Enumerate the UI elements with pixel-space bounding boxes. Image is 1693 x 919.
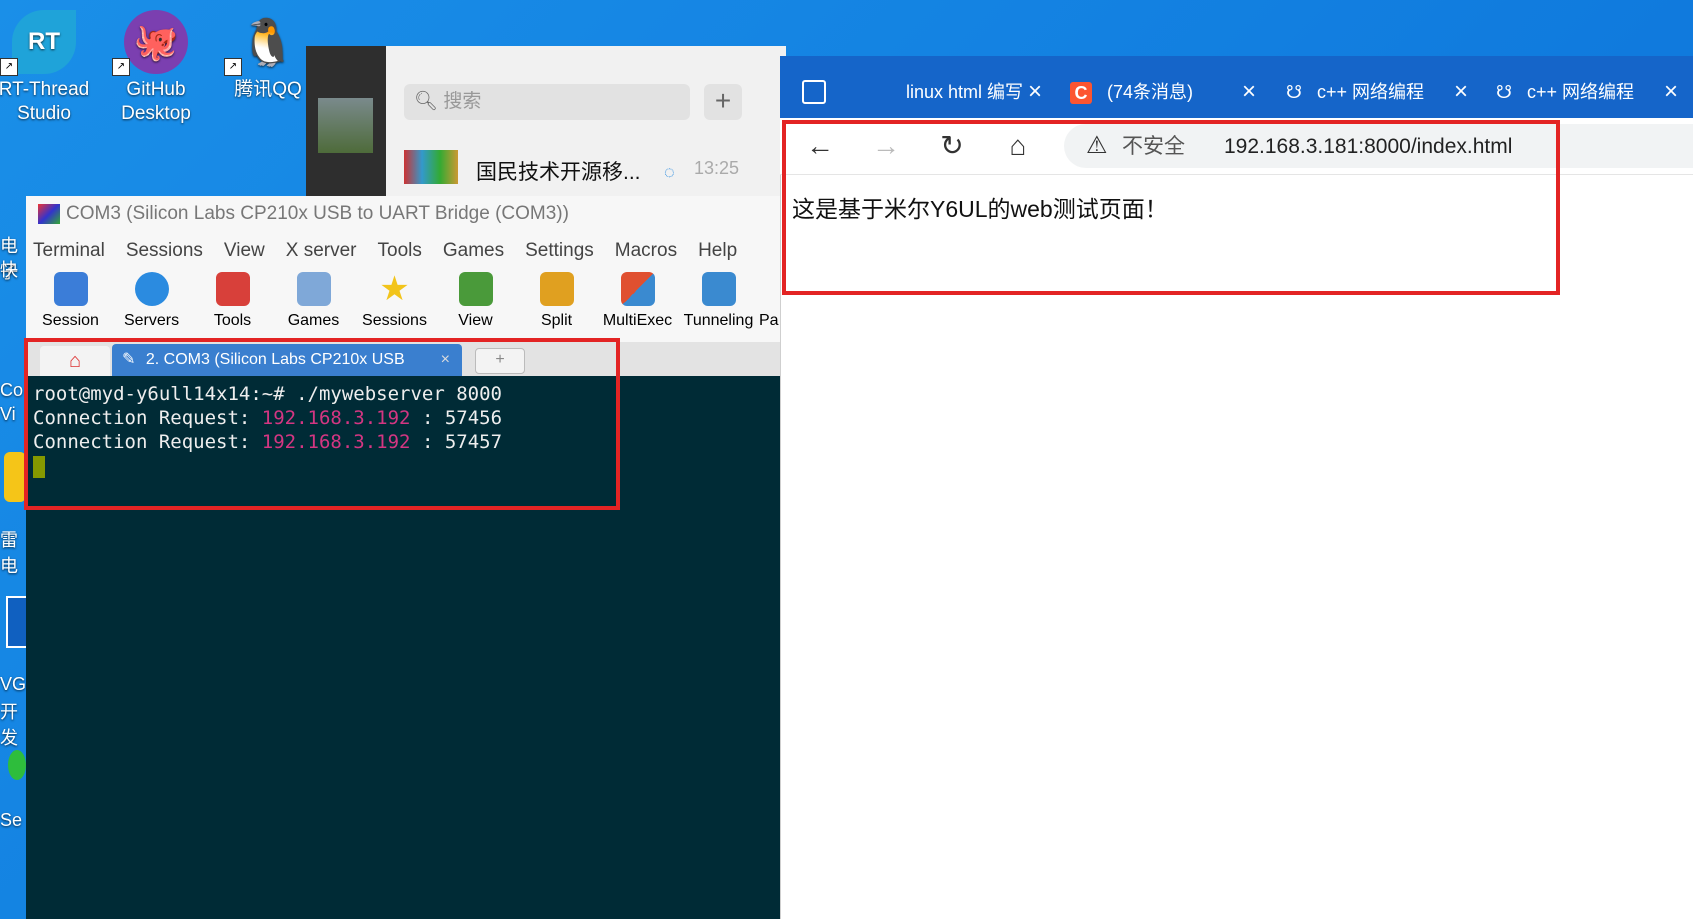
servers-icon [134,272,169,306]
session-icon [53,272,88,306]
toolbar-label: Servers [123,312,180,329]
tab-title: c++ 网络编程 [1527,82,1635,102]
desktop-icon-label: Co [0,380,24,400]
chat-list-item-time: 13:25 [694,158,740,178]
desktop-icon-label: RT-Thread [0,79,90,100]
site-icon: ☋ [1496,82,1512,102]
toolbar-multiexec-button[interactable]: MultiExec [597,270,678,330]
menu-terminal[interactable]: Terminal [33,240,105,262]
chat-bubble-icon: ◌ [664,162,675,182]
close-icon[interactable]: × [1028,72,1042,112]
desktop-icon-label: Desktop [121,103,191,124]
toolbar-label: View [458,312,493,329]
tab-title: c++ 网络编程 [1317,82,1425,102]
mobaxterm-app-icon [38,204,60,224]
qq-penguin-icon: 🐧 [239,16,297,68]
toolbar-label: Sessions [362,312,427,329]
tools-icon [215,272,250,306]
desktop-icon-label: VG [0,674,27,694]
desktop-icon-qq[interactable]: 🐧 ↗ 腾讯QQ [218,10,318,102]
close-icon[interactable]: × [1242,72,1256,112]
shortcut-arrow-icon: ↗ [0,58,18,76]
chat-add-button[interactable]: + [704,84,742,120]
search-placeholder: 搜索 [443,91,482,112]
toolbar-tools-button[interactable]: Tools [192,270,273,330]
menu-view[interactable]: View [224,240,265,262]
desktop-icon-github[interactable]: 🐙 ↗ GitHub Desktop [106,10,206,126]
menu-help[interactable]: Help [698,240,737,262]
csdn-icon: C [1070,82,1092,105]
toolbar: Session Servers Tools Games ★ Sessions V… [30,270,789,330]
browser-tab[interactable]: C (74条消息) [1070,72,1240,112]
search-icon: 🔍︎ [414,91,439,112]
highlight-box-terminal [24,338,620,510]
chat-avatar[interactable] [318,98,373,153]
group-avatar [404,150,458,184]
shortcut-arrow-icon: ↗ [112,58,130,76]
toolbar-tunneling-button[interactable]: Tunneling [678,270,759,330]
menu-tools[interactable]: Tools [378,240,422,262]
multiexec-icon [620,272,655,306]
tunneling-icon [701,272,736,306]
chat-search-input[interactable]: 🔍︎ 搜索 [404,84,690,120]
desktop-icon-label: Vi [0,404,16,424]
tab-actions-icon[interactable] [802,80,826,104]
window-title: COM3 (Silicon Labs CP210x USB to UART Br… [66,203,569,224]
close-icon[interactable]: × [1454,72,1468,112]
tab-title: linux html 编写 [906,82,1024,102]
leidian-icon [4,452,26,502]
toolbar-label: Tunneling [683,312,754,329]
tab-title: (74条消息) [1107,82,1194,102]
toolbar-label: MultiExec [602,312,673,329]
toolbar-sessions-button[interactable]: ★ Sessions [354,270,435,330]
menu-sessions[interactable]: Sessions [126,240,203,262]
sessions-star-icon: ★ [379,270,410,308]
desktop-icon-label: Se [0,810,23,830]
toolbar-session-button[interactable]: Session [30,270,111,330]
toolbar-label: Session [42,312,99,329]
shortcut-arrow-icon: ↗ [224,58,242,76]
toolbar-servers-button[interactable]: Servers [111,270,192,330]
desktop-icon-label: 快 [0,260,18,280]
toolbar-label: Tools [213,312,252,329]
desktop-icon-label: GitHub [126,79,186,100]
desktop-icon-label: 腾讯QQ [234,79,302,100]
browser-tab[interactable]: ☋ c++ 网络编程 [1496,72,1662,112]
menu-games[interactable]: Games [443,240,504,262]
menu-macros[interactable]: Macros [615,240,677,262]
browser-tab[interactable]: ☋ c++ 网络编程 [1286,72,1452,112]
view-icon [458,272,493,306]
menu-x-server[interactable]: X server [286,240,357,262]
close-icon[interactable]: × [1664,72,1678,112]
toolbar-label: Pa [759,312,779,329]
toolbar-label: Games [287,312,340,329]
games-icon [296,272,331,306]
rt-thread-icon: RT [12,10,76,74]
github-icon: 🐙 [124,10,188,74]
menu-settings[interactable]: Settings [525,240,594,262]
desktop-icon-label: 开发 [0,702,18,748]
toolbar-view-button[interactable]: View [435,270,516,330]
desktop-left-icons: 电子 快 Co Vi 雷电 VG 开发 Se [0,160,30,919]
toolbar-split-button[interactable]: Split [516,270,597,330]
split-icon [539,272,574,306]
menu-bar: Terminal Sessions View X server Tools Ga… [33,240,737,262]
site-icon: ☋ [1286,82,1302,102]
toolbar-label: Split [540,312,573,329]
se-icon [8,750,26,780]
chat-list-item-title[interactable]: 国民技术开源移... [476,156,641,186]
desktop-icon-label: Studio [17,103,71,124]
desktop-icon-rt-thread[interactable]: RT ↗ RT-Thread Studio [0,10,94,126]
toolbar-games-button[interactable]: Games [273,270,354,330]
highlight-box-browser [782,120,1560,295]
desktop-icon-label: 雷电 [0,530,18,576]
